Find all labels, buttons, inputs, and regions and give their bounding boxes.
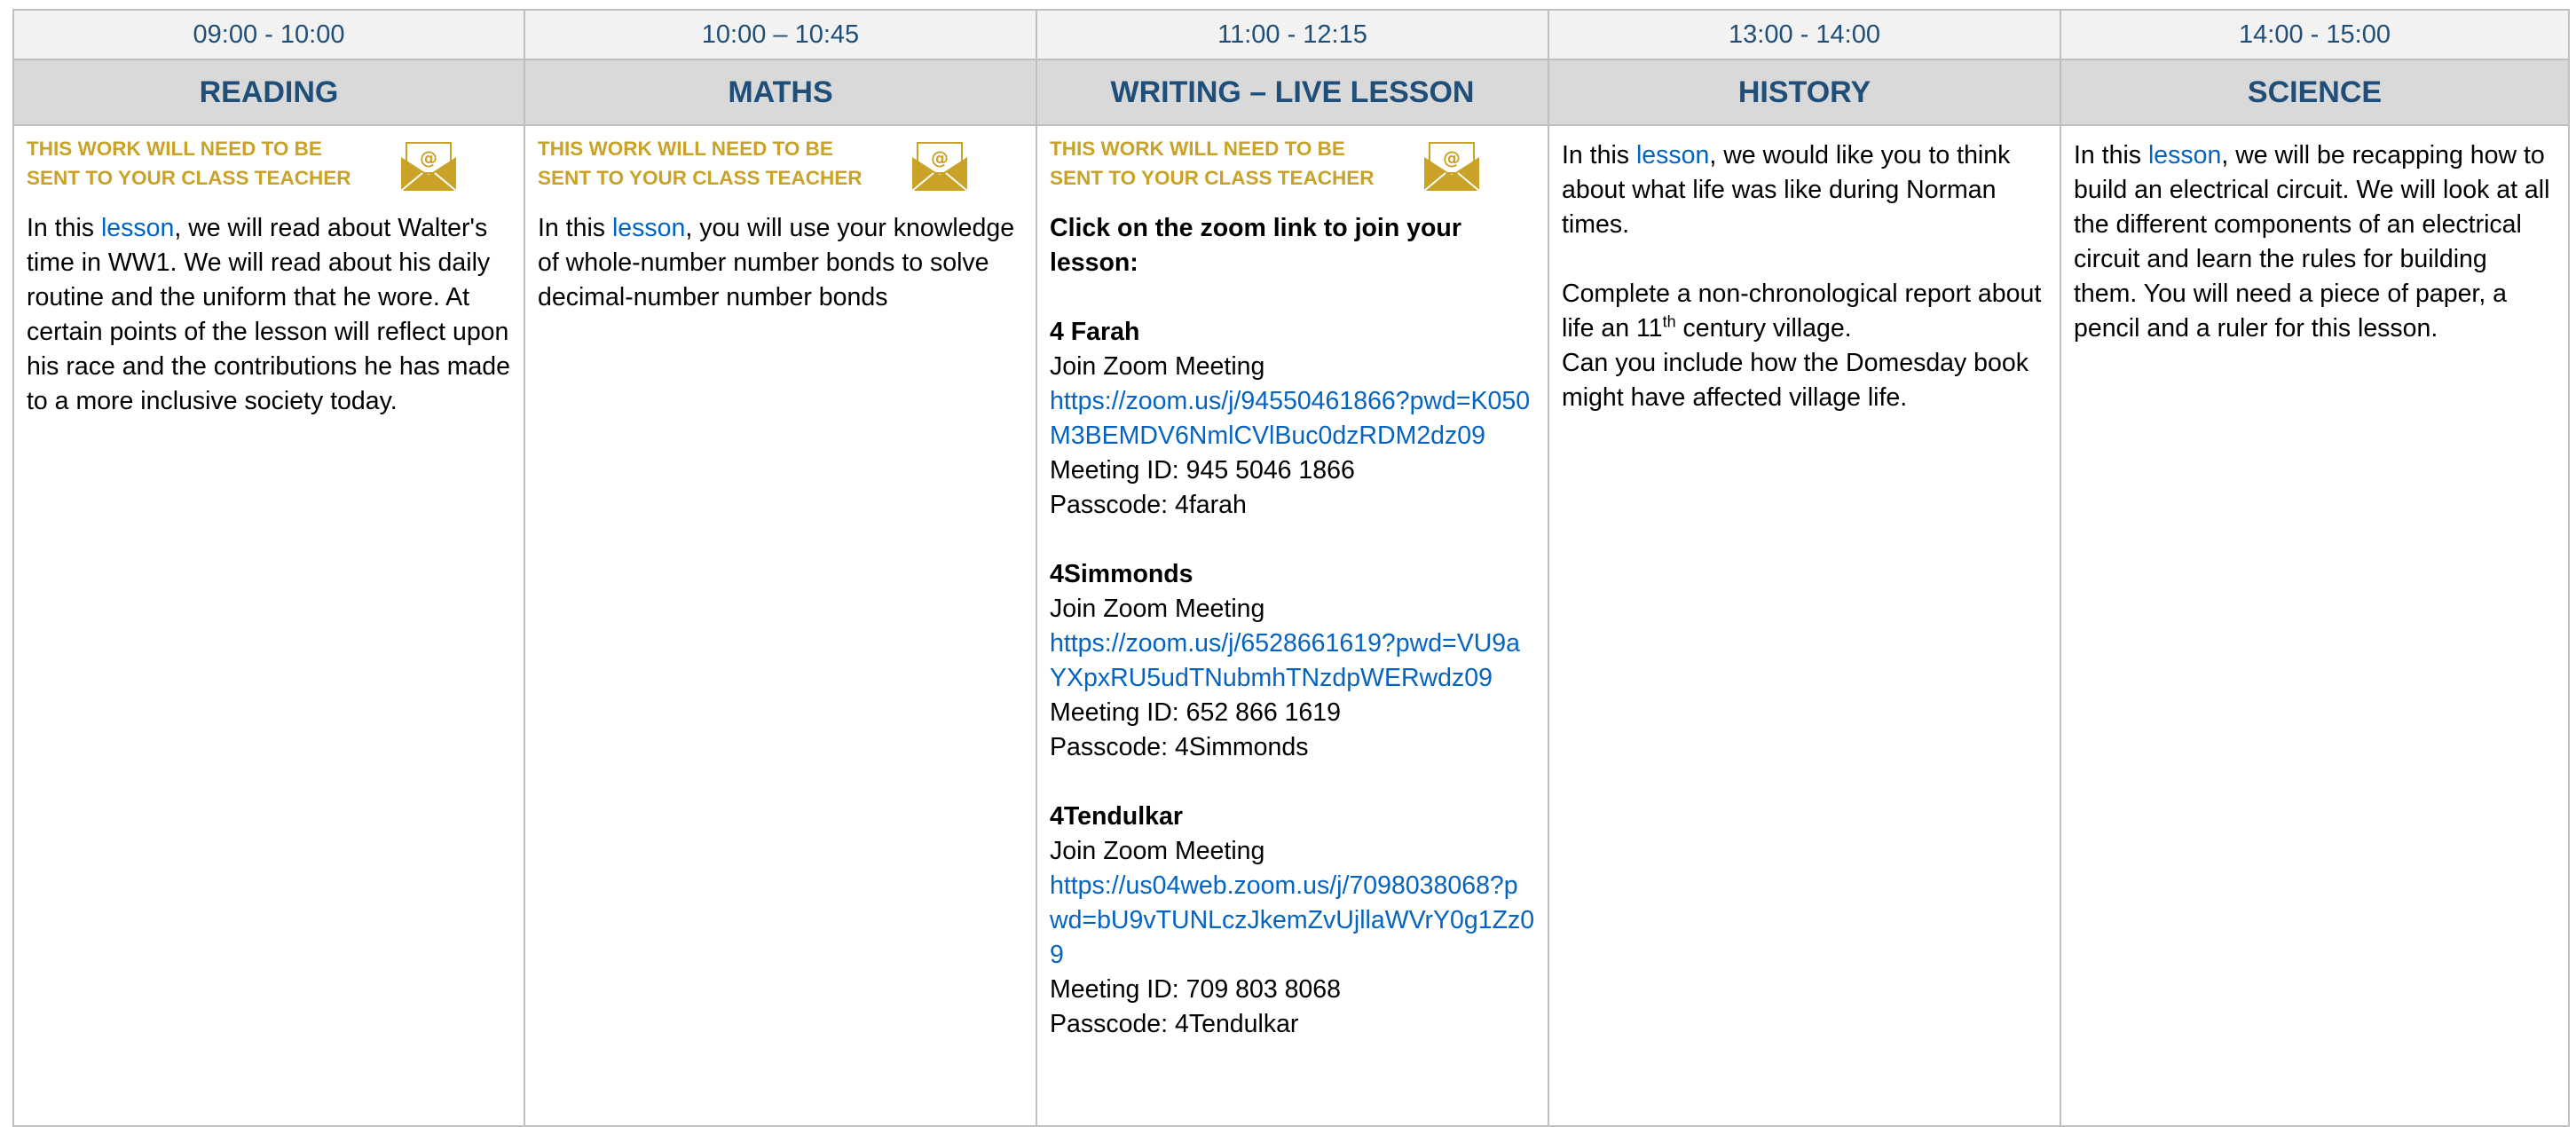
subject-heading: READING bbox=[12, 59, 525, 126]
passcode: Passcode: 4Tendulkar bbox=[1050, 1010, 1299, 1038]
lesson-link[interactable]: lesson bbox=[2148, 141, 2221, 169]
lesson-link[interactable]: lesson bbox=[101, 214, 174, 242]
meeting-id: Meeting ID: 652 866 1619 bbox=[1050, 698, 1341, 727]
lesson-link[interactable]: lesson bbox=[1636, 141, 1709, 169]
zoom-class-block: 4Simmonds Join Zoom Meeting https://zoom… bbox=[1050, 557, 1535, 765]
meeting-id: Meeting ID: 709 803 8068 bbox=[1050, 975, 1341, 1004]
lesson-description: In this lesson, you will use your knowle… bbox=[538, 214, 1015, 311]
zoom-link[interactable]: https://zoom.us/j/94550461866?pwd=K050M3… bbox=[1050, 384, 1535, 453]
lesson-description: In this lesson, we would like you to thi… bbox=[1562, 141, 2011, 239]
subject-heading: MATHS bbox=[524, 59, 1037, 126]
zoom-link[interactable]: https://zoom.us/j/6528661619?pwd=VU9aYXp… bbox=[1050, 627, 1535, 696]
passcode: Passcode: 4Simmonds bbox=[1050, 733, 1309, 761]
svg-text:@: @ bbox=[1443, 147, 1461, 169]
timetable: 09:00 - 10:00 10:00 – 10:45 11:00 - 12:1… bbox=[12, 9, 2570, 1127]
email-envelope-icon: @ bbox=[911, 142, 968, 192]
zoom-class-block: 4 Farah Join Zoom Meeting https://zoom.u… bbox=[1050, 315, 1535, 523]
zoom-intro: Click on the zoom link to join your less… bbox=[1050, 214, 1461, 277]
zoom-class-block: 4Tendulkar Join Zoom Meeting https://us0… bbox=[1050, 800, 1535, 1042]
subject-heading: WRITING – LIVE LESSON bbox=[1036, 59, 1549, 126]
email-envelope-icon: @ bbox=[1423, 142, 1480, 192]
join-label: Join Zoom Meeting bbox=[1050, 837, 1265, 865]
time-slot: 14:00 - 15:00 bbox=[2060, 9, 2570, 60]
meeting-id: Meeting ID: 945 5046 1866 bbox=[1050, 456, 1355, 485]
subject-row: READING MATHS WRITING – LIVE LESSON HIST… bbox=[12, 59, 2570, 126]
writing-cell: THIS WORK WILL NEED TO BE SENT TO YOUR C… bbox=[1036, 124, 1549, 1127]
send-to-teacher-notice: THIS WORK WILL NEED TO BE SENT TO YOUR C… bbox=[1050, 131, 1535, 195]
zoom-link[interactable]: https://us04web.zoom.us/j/7098038068?pwd… bbox=[1050, 869, 1535, 973]
class-name: 4 Farah bbox=[1050, 318, 1140, 346]
join-label: Join Zoom Meeting bbox=[1050, 595, 1265, 623]
lesson-description: In this lesson, we will be recapping how… bbox=[2074, 141, 2550, 343]
reading-cell: THIS WORK WILL NEED TO BE SENT TO YOUR C… bbox=[12, 124, 525, 1127]
email-envelope-icon: @ bbox=[400, 142, 457, 192]
history-cell: In this lesson, we would like you to thi… bbox=[1548, 124, 2061, 1127]
time-slot: 13:00 - 14:00 bbox=[1548, 9, 2061, 60]
time-row: 09:00 - 10:00 10:00 – 10:45 11:00 - 12:1… bbox=[12, 9, 2570, 60]
join-label: Join Zoom Meeting bbox=[1050, 352, 1265, 381]
science-cell: In this lesson, we will be recapping how… bbox=[2060, 124, 2570, 1127]
lesson-link[interactable]: lesson bbox=[612, 214, 685, 242]
svg-text:@: @ bbox=[420, 147, 437, 169]
send-to-teacher-notice: THIS WORK WILL NEED TO BE SENT TO YOUR C… bbox=[27, 131, 511, 195]
maths-cell: THIS WORK WILL NEED TO BE SENT TO YOUR C… bbox=[524, 124, 1037, 1127]
notice-text: THIS WORK WILL NEED TO BE SENT TO YOUR C… bbox=[27, 138, 351, 189]
time-slot: 11:00 - 12:15 bbox=[1036, 9, 1549, 60]
content-row: THIS WORK WILL NEED TO BE SENT TO YOUR C… bbox=[12, 124, 2570, 1127]
class-name: 4Simmonds bbox=[1050, 560, 1193, 588]
subject-heading: SCIENCE bbox=[2060, 59, 2570, 126]
notice-text: THIS WORK WILL NEED TO BE SENT TO YOUR C… bbox=[538, 138, 863, 189]
lesson-description: In this lesson, we will read about Walte… bbox=[27, 214, 511, 415]
send-to-teacher-notice: THIS WORK WILL NEED TO BE SENT TO YOUR C… bbox=[538, 131, 1023, 195]
subject-heading: HISTORY bbox=[1548, 59, 2061, 126]
class-name: 4Tendulkar bbox=[1050, 802, 1183, 831]
passcode: Passcode: 4farah bbox=[1050, 491, 1247, 519]
time-slot: 10:00 – 10:45 bbox=[524, 9, 1037, 60]
task-description: Complete a non-chronological report abou… bbox=[1562, 280, 2042, 343]
notice-text: THIS WORK WILL NEED TO BE SENT TO YOUR C… bbox=[1050, 138, 1375, 189]
task-question: Can you include how the Domesday book mi… bbox=[1562, 349, 2029, 412]
time-slot: 09:00 - 10:00 bbox=[12, 9, 525, 60]
svg-text:@: @ bbox=[931, 147, 949, 169]
